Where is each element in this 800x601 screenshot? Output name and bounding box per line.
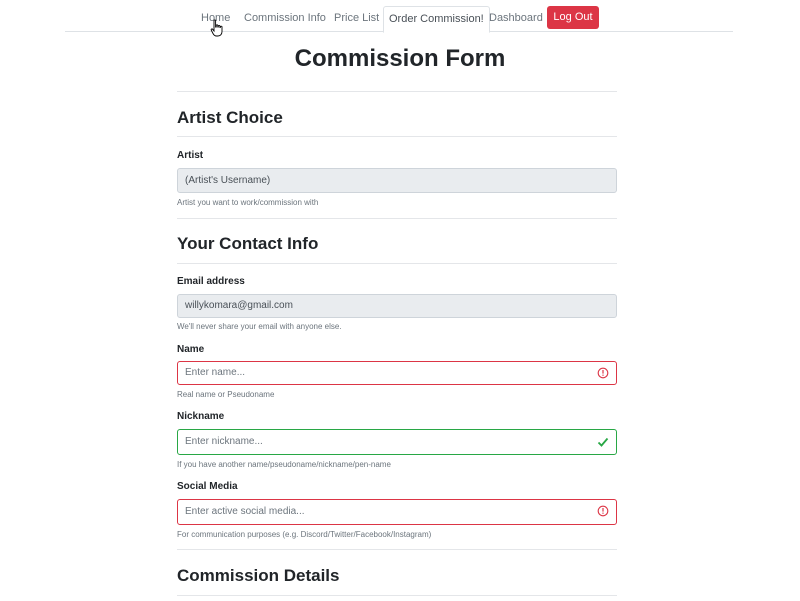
- name-help-text: Real name or Pseudoname: [177, 390, 275, 399]
- artist-field[interactable]: (Artist's Username): [177, 168, 617, 193]
- nav-link-order-commission[interactable]: Order Commission!: [383, 6, 490, 33]
- divider: [177, 263, 617, 264]
- email-field[interactable]: willykomara@gmail.com: [177, 294, 617, 318]
- section-heading-artist-choice: Artist Choice: [177, 108, 283, 127]
- artist-label: Artist: [177, 150, 204, 161]
- section-heading-contact-info: Your Contact Info: [177, 234, 319, 253]
- nav-link-price-list[interactable]: Price List: [329, 6, 384, 32]
- divider: [177, 595, 617, 596]
- divider: [177, 218, 617, 219]
- name-placeholder: Enter name...: [185, 367, 246, 378]
- invalid-warning-icon: [597, 367, 609, 379]
- social-media-help-text: For communication purposes (e.g. Discord…: [177, 530, 432, 539]
- social-media-label: Social Media: [177, 481, 238, 492]
- divider: [177, 91, 617, 92]
- nav-link-commission-info[interactable]: Commission Info: [239, 6, 331, 32]
- email-help-text: We'll never share your email with anyone…: [177, 322, 342, 331]
- logout-button[interactable]: Log Out: [547, 6, 599, 29]
- nickname-placeholder: Enter nickname...: [185, 436, 263, 447]
- divider: [177, 136, 617, 137]
- nav-link-dashboard[interactable]: Dashboard: [484, 6, 548, 32]
- social-media-placeholder: Enter active social media...: [185, 506, 305, 517]
- social-media-input[interactable]: Enter active social media...: [177, 499, 617, 525]
- email-label: Email address: [177, 276, 245, 287]
- invalid-warning-icon: [597, 505, 609, 517]
- page-title: Commission Form: [294, 45, 506, 72]
- nickname-label: Nickname: [177, 411, 225, 422]
- nickname-input[interactable]: Enter nickname...: [177, 429, 617, 455]
- artist-help-text: Artist you want to work/commission with: [177, 198, 319, 207]
- nickname-help-text: If you have another name/pseudoname/nick…: [177, 460, 391, 469]
- valid-check-icon: [597, 437, 609, 447]
- hand-cursor-icon: [210, 19, 223, 37]
- section-heading-commission-details: Commission Details: [177, 566, 340, 585]
- name-label: Name: [177, 344, 205, 355]
- divider: [177, 549, 617, 550]
- name-input[interactable]: Enter name...: [177, 361, 617, 385]
- top-navbar: Home Commission Info Price List Order Co…: [65, 0, 733, 33]
